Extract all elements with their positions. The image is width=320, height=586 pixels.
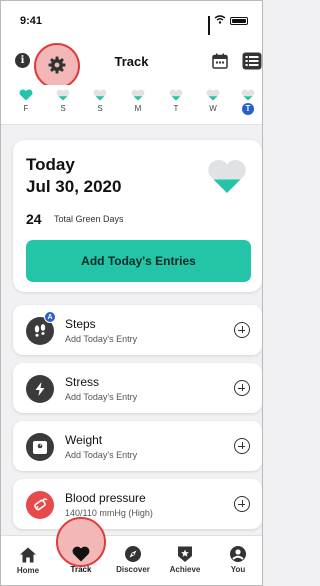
battery-icon: [230, 16, 248, 25]
tab-label: Achieve: [169, 565, 201, 574]
half-heart-icon: [131, 89, 145, 101]
week-day-label: M: [134, 104, 142, 113]
half-heart-icon: [56, 89, 70, 101]
person-icon: [230, 546, 246, 562]
entry-name: Steps: [65, 317, 96, 331]
entry-subtitle: Add Today's Entry: [65, 334, 138, 344]
half-heart-icon: [206, 89, 220, 101]
week-day-today[interactable]: T: [238, 89, 258, 115]
badge-star-icon: [178, 546, 192, 562]
list-item-blood-pressure[interactable]: Blood pressure 140/110 mmHg (High): [13, 479, 262, 529]
week-day[interactable]: S: [53, 89, 73, 113]
half-heart-icon: [241, 89, 255, 101]
screen: 9:41 i Track F S S M T W T Today Jul 30,…: [0, 0, 263, 586]
entry-name: Stress: [65, 375, 100, 389]
green-days-label: Total Green Days: [54, 214, 124, 224]
tab-label: You: [230, 565, 246, 574]
tab-track[interactable]: Track: [58, 535, 104, 585]
list-item-weight[interactable]: Weight Add Today's Entry: [13, 421, 262, 471]
bottom-tab-bar-overlay: Track Discover Achieve You: [1, 535, 262, 585]
wifi-icon: [214, 15, 226, 26]
week-day-label: T: [173, 104, 179, 113]
today-date: Jul 30, 2020: [26, 177, 122, 196]
top-nav: i Track: [1, 35, 262, 89]
week-day-label: S: [60, 104, 66, 113]
add-todays-entries-button[interactable]: Add Today's Entries: [26, 240, 251, 282]
add-circle-icon[interactable]: [234, 322, 250, 338]
half-heart-icon: [93, 89, 107, 101]
list-item-steps[interactable]: A Steps Add Today's Entry: [13, 305, 262, 355]
full-heart-icon: [19, 89, 33, 101]
system-icons: [208, 15, 248, 40]
compass-icon: [125, 546, 141, 562]
add-circle-icon[interactable]: [234, 496, 250, 512]
list-view-icon[interactable]: [242, 52, 262, 70]
week-strip: F S S M T W T: [1, 85, 262, 125]
week-day[interactable]: T: [166, 89, 186, 113]
add-circle-icon[interactable]: [234, 438, 250, 454]
weight-icon: [26, 433, 54, 461]
steps-source-badge: A: [44, 311, 56, 323]
week-day[interactable]: M: [128, 89, 148, 113]
cellular-signal-icon: [208, 16, 210, 40]
today-card: Today Jul 30, 2020 24 Total Green Days A…: [13, 140, 262, 292]
lightning-icon: [26, 375, 54, 403]
today-day-badge: T: [242, 103, 254, 115]
list-item-stress[interactable]: Stress Add Today's Entry: [13, 363, 262, 413]
entry-subtitle: Add Today's Entry: [65, 450, 138, 460]
week-day[interactable]: F: [16, 89, 36, 113]
tab-you[interactable]: You: [215, 535, 261, 585]
half-heart-icon: [169, 89, 183, 101]
half-heart-icon: [208, 159, 246, 193]
week-day-label: F: [23, 104, 29, 113]
tab-achieve[interactable]: Achieve: [162, 535, 208, 585]
add-circle-icon[interactable]: [234, 380, 250, 396]
tab-discover[interactable]: Discover: [110, 535, 156, 585]
blood-pressure-icon: [26, 491, 54, 519]
entry-subtitle: Add Today's Entry: [65, 392, 138, 402]
week-day[interactable]: S: [90, 89, 110, 113]
status-time: 9:41: [20, 15, 43, 27]
tab-label: Discover: [116, 565, 150, 574]
week-day-label: W: [209, 104, 217, 113]
calendar-icon[interactable]: [212, 53, 228, 69]
week-day-label: S: [97, 104, 103, 113]
heart-icon: [72, 546, 90, 562]
green-days-count: 24: [26, 211, 42, 227]
week-day[interactable]: W: [203, 89, 223, 113]
status-bar: 9:41: [1, 1, 262, 40]
tab-label: Track: [70, 565, 92, 574]
entry-name: Weight: [65, 433, 103, 447]
today-title: Today: [26, 155, 75, 174]
entry-name: Blood pressure: [65, 491, 146, 505]
